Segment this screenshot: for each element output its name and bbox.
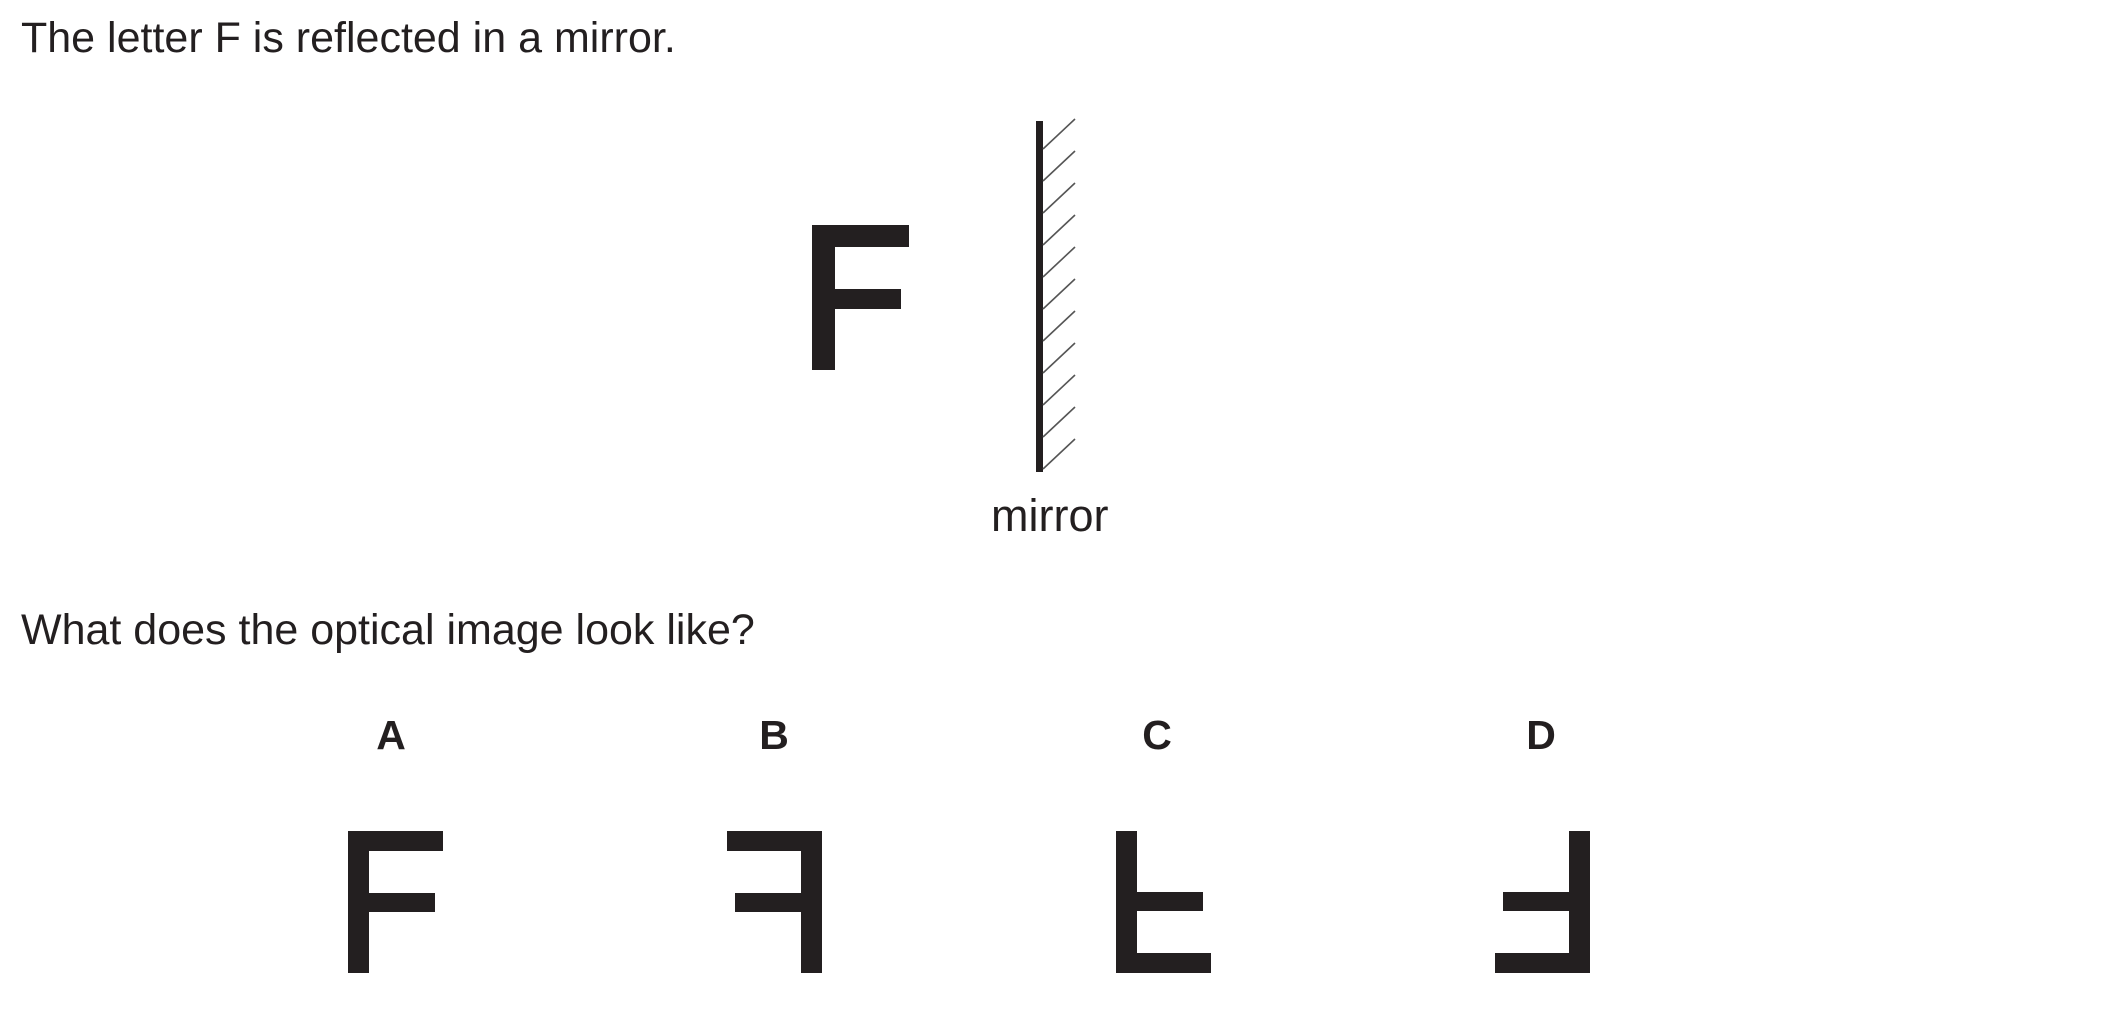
mirror-line (1036, 121, 1043, 472)
option-b-glyph (727, 831, 822, 973)
hatch-line (1042, 182, 1076, 214)
option-a-glyph (348, 831, 443, 973)
hatch-line (1042, 118, 1076, 150)
question-text: What does the optical image look like? (21, 606, 755, 654)
hatch-line (1042, 214, 1076, 246)
option-d-glyph (1495, 831, 1590, 973)
option-d-label: D (1526, 712, 1556, 758)
option-c-label: C (1142, 712, 1172, 758)
hatch-line (1042, 310, 1076, 342)
hatch-line (1042, 246, 1076, 278)
option-a-label: A (376, 712, 406, 758)
hatch-line (1042, 406, 1076, 438)
hatch-line (1042, 150, 1076, 182)
mirror-label: mirror (991, 490, 1109, 541)
hatch-line (1042, 438, 1076, 470)
hatch-line (1042, 342, 1076, 374)
letter-f-original (812, 225, 909, 370)
hatch-line (1042, 278, 1076, 310)
mirror-hatching (1042, 118, 1076, 470)
option-b-label: B (759, 712, 789, 758)
option-c-glyph (1116, 831, 1211, 973)
hatch-line (1042, 374, 1076, 406)
